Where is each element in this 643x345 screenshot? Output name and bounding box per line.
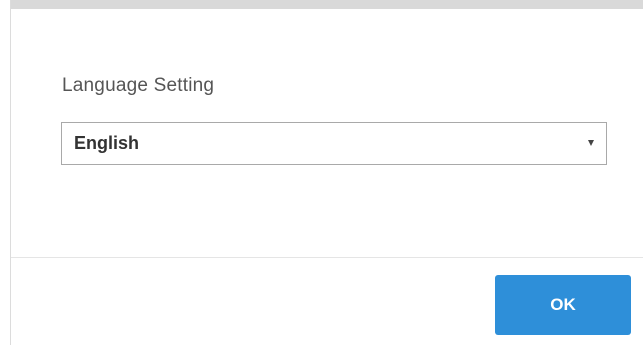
dialog-footer: OK [11, 258, 643, 345]
dropdown-arrow-icon [588, 140, 594, 146]
dialog-top-border [0, 0, 643, 9]
dialog-left-border [0, 0, 11, 345]
language-setting-label: Language Setting [62, 75, 215, 96]
dialog-body: Language Setting English [11, 9, 643, 257]
ok-button[interactable]: OK [495, 275, 631, 335]
language-setting-dialog: Language Setting English OK [0, 0, 643, 345]
language-select-value: English [74, 133, 140, 153]
language-select[interactable]: English [61, 122, 607, 165]
